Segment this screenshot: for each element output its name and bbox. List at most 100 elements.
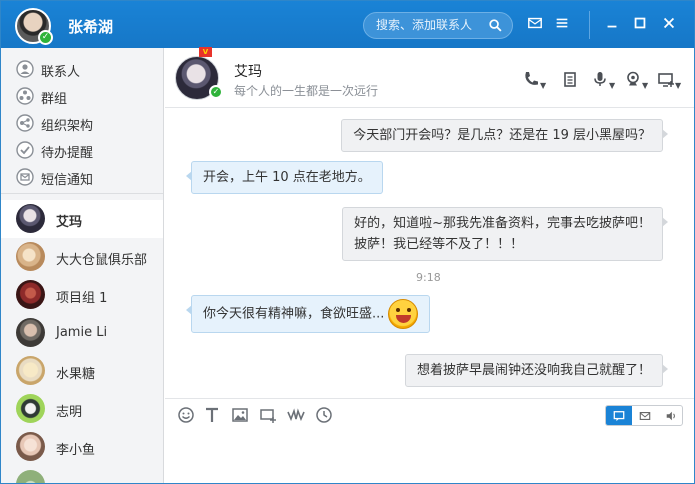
sidebar-item-label: 短信通知 [41,173,94,188]
chat-header: V ✓ 艾玛 每个人的一生都是一次远行 ▼ ▼ ▼ ▼ [165,47,694,108]
sidebar-item-label: 待办提醒 [41,146,94,161]
search-input[interactable]: 搜索、添加联系人 [376,18,472,32]
message-bubble-outgoing: 想着披萨早晨闹钟还没响我自己就醒了！ [404,354,669,387]
sidebar-item-groups[interactable]: 群组 [1,83,163,110]
screen-share-button[interactable]: ▼ [657,70,682,90]
text-format-icon[interactable] [203,406,221,424]
webcam-icon [627,71,639,86]
sidebar-divider [1,193,163,194]
message-text: 好的，知道啦~那我先准备资料，完事去吃披萨吧！ [354,216,651,231]
history-clock-icon[interactable] [315,406,333,424]
contact-item[interactable]: 大大仓鼠俱乐部 [1,238,163,276]
message-text: 今天部门开会吗？是几点？还是在 19 层小黑屋吗？ [353,128,651,143]
phone-call-button[interactable]: ▼ [522,70,547,90]
sidebar-item-sms[interactable]: 短信通知 [1,164,163,191]
chevron-down-icon: ▼ [675,81,682,90]
sms-mode-button[interactable] [632,406,658,425]
todo-check-icon [16,141,34,159]
speaker-icon [666,411,675,421]
message-text: 你今天很有精神嘛，食欲旺盛... [203,306,385,322]
contact-item[interactable]: 水果糖 [1,352,163,390]
avatar [16,280,45,309]
org-chart-icon [16,114,34,132]
message-text: 披萨！我已经等不及了！！！ [354,237,524,252]
contact-name: 项目组 1 [56,291,108,306]
contact-item[interactable]: 项目组 1 [1,276,163,314]
avatar [16,470,45,483]
title-bar: ✓ 张希湖 搜索、添加联系人 [1,1,694,48]
voice-button[interactable]: ▼ [591,70,616,90]
maximize-icon[interactable] [631,15,649,33]
file-share-button[interactable] [561,70,579,88]
contact-name: 李小鱼 [56,443,96,458]
online-status-icon: ✓ [209,85,223,99]
avatar [16,394,45,423]
contact-name: 艾玛 [56,215,83,230]
shake-icon[interactable] [287,406,305,424]
contact-item[interactable]: 志明 [1,390,163,428]
avatar [16,318,45,347]
groups-icon [16,87,34,105]
image-icon[interactable] [231,406,249,424]
vip-badge: V [199,47,212,57]
contact-item[interactable]: 李小鱼 [1,428,163,466]
chevron-down-icon: ▼ [642,81,649,90]
video-button[interactable]: ▼ [624,70,649,90]
minimize-icon[interactable] [603,15,621,33]
sidebar: 联系人 群组 组织架构 待办提醒 短信通知 艾玛 大大仓鼠俱乐部 项目组 1 J… [1,48,164,483]
my-avatar[interactable]: ✓ [15,8,53,45]
message-text: 想着披萨早晨闹钟还没响我自己就醒了！ [416,363,651,378]
contact-name: 大大仓鼠俱乐部 [56,253,148,268]
message-bubble-incoming: 你今天很有精神嘛，食欲旺盛... [185,295,431,333]
title-separator [589,11,590,39]
send-mode-toggle [605,405,683,426]
contact-item[interactable] [1,466,163,483]
contact-item-emma[interactable]: 艾玛 [1,200,163,238]
message-timestamp: 9:18 [416,271,441,284]
chevron-down-icon: ▼ [540,81,547,90]
phone-icon [525,72,538,85]
message-text: 开会，上午 10 点在老地方。 [203,170,371,185]
message-bubble-outgoing: 好的，知道啦~那我先准备资料，完事去吃披萨吧！ 披萨！我已经等不及了！！！ [342,207,668,261]
sidebar-item-contacts[interactable]: 联系人 [1,56,163,83]
avatar [16,242,45,271]
chat-bubble-icon [613,411,625,422]
contact-name: Jamie Li [56,325,108,340]
search-box[interactable]: 搜索、添加联系人 [363,12,513,39]
sidebar-item-label: 组织架构 [41,119,94,134]
voice-mode-button[interactable] [658,406,684,425]
sidebar-item-todo[interactable]: 待办提醒 [1,137,163,164]
online-status-icon: ✓ [38,30,53,45]
message-bubble-outgoing: 今天部门开会吗？是几点？还是在 19 层小黑屋吗？ [341,119,668,152]
document-icon [564,72,576,87]
sidebar-item-label: 群组 [41,92,68,107]
search-icon[interactable] [489,19,502,32]
avatar [16,432,45,461]
sms-icon [16,168,34,186]
message-composer[interactable] [165,398,694,483]
mail-icon[interactable] [526,15,544,33]
message-list: 今天部门开会吗？是几点？还是在 19 层小黑屋吗？ 开会，上午 10 点在老地方… [165,109,694,397]
sidebar-item-label: 联系人 [41,65,81,80]
envelope-icon [639,412,651,420]
message-bubble-incoming: 开会，上午 10 点在老地方。 [186,161,383,194]
avatar [16,204,45,233]
emoji-icon[interactable] [177,406,195,424]
chat-mode-button[interactable] [606,406,632,425]
contact-name: 水果糖 [56,367,96,382]
close-icon[interactable] [660,15,678,33]
screen-add-icon [658,73,674,87]
peer-name: 艾玛 [234,64,262,80]
laughing-emoji-icon [388,299,419,329]
menu-icon[interactable] [553,15,571,33]
contacts-icon [16,60,34,78]
sidebar-item-org[interactable]: 组织架构 [1,110,163,137]
peer-signature: 每个人的一生都是一次远行 [234,84,379,98]
contact-item[interactable]: Jamie Li [1,314,163,352]
im-window: ✓ 张希湖 搜索、添加联系人 联系人 群组 组织架构 待办提醒 短信通知 艾玛 … [0,0,695,484]
my-name: 张希湖 [68,18,114,36]
screenshot-icon[interactable] [259,406,277,424]
chevron-down-icon: ▼ [609,81,616,90]
microphone-icon [594,72,606,86]
avatar [16,356,45,385]
